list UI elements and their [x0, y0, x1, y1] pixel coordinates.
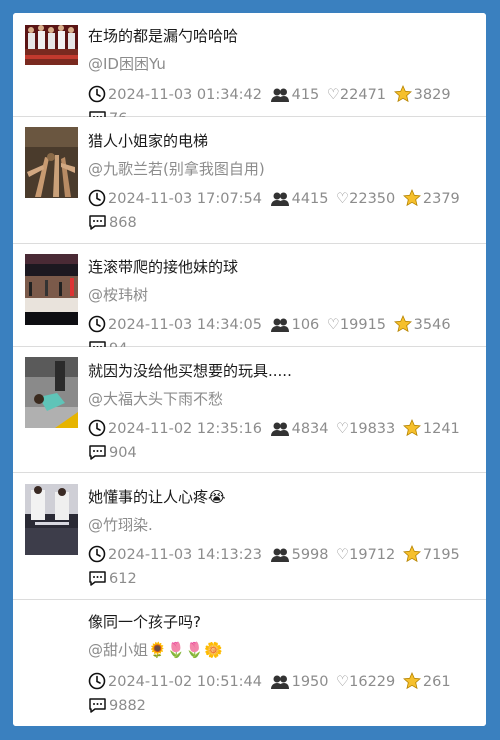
- like-count: 19915: [339, 317, 387, 333]
- star-icon: [402, 672, 421, 690]
- clock-icon: [88, 419, 106, 437]
- viewers-icon: [270, 422, 289, 436]
- viewers-icon: [270, 192, 289, 206]
- post-meta: 2024-11-03 14:13:23 5998 ♡19712 7195 612: [88, 543, 480, 591]
- star-count: 3546: [413, 317, 451, 333]
- clock-icon: [88, 545, 106, 563]
- list-item[interactable]: 就因为没给他买想要的玩具..... @大福大头下雨不愁 2024-11-02 1…: [13, 347, 486, 473]
- post-author[interactable]: @ID困困Yu: [88, 53, 476, 74]
- post-author[interactable]: @竹珝染.: [88, 514, 476, 535]
- heart-icon: ♡: [336, 191, 350, 207]
- viewer-count: 4834: [291, 421, 329, 437]
- viewer-count: 415: [291, 87, 320, 103]
- post-list: 在场的都是漏勺哈哈哈 @ID困困Yu 2024-11-03 01:34:42 4…: [13, 13, 486, 726]
- comment-icon: [89, 445, 106, 460]
- post-author[interactable]: @九歌兰若(别拿我图自用): [88, 158, 476, 179]
- post-title[interactable]: 像同一个孩子吗?: [88, 611, 476, 632]
- heart-icon: ♡: [326, 87, 340, 103]
- post-time: 2024-11-02 10:51:44: [108, 674, 262, 690]
- clock-icon: [88, 672, 106, 690]
- list-item[interactable]: 猎人小姐家的电梯 @九歌兰若(别拿我图自用) 2024-11-03 17:07:…: [13, 117, 486, 244]
- star-count: 261: [422, 674, 451, 690]
- post-title[interactable]: 她懂事的让人心疼😭: [88, 486, 476, 507]
- comment-count: 612: [109, 571, 137, 587]
- star-icon: [393, 85, 412, 103]
- post-title[interactable]: 在场的都是漏勺哈哈哈: [88, 25, 476, 46]
- post-meta: 2024-11-03 17:07:54 4415 ♡22350 2379 868: [88, 187, 480, 235]
- post-time: 2024-11-03 14:34:05: [108, 317, 262, 333]
- list-item[interactable]: 像同一个孩子吗? @甜小姐🌻🌷🌷🌼 2024-11-02 10:51:44 19…: [13, 600, 486, 726]
- post-time: 2024-11-03 14:13:23: [108, 547, 262, 563]
- star-icon: [402, 545, 421, 563]
- thumbnail[interactable]: [25, 25, 78, 65]
- list-item[interactable]: 连滚带爬的接他妹的球 @桉玮树 2024-11-03 14:34:05 106 …: [13, 244, 486, 357]
- comment-icon: [89, 698, 106, 713]
- post-title[interactable]: 猎人小姐家的电梯: [88, 130, 476, 151]
- star-icon: [393, 315, 412, 333]
- thumbnail[interactable]: [25, 254, 78, 325]
- comment-icon: [89, 571, 106, 586]
- star-count: 2379: [422, 191, 460, 207]
- viewer-count: 106: [291, 317, 320, 333]
- comment-icon: [89, 215, 106, 230]
- comment-count: 904: [109, 445, 137, 461]
- post-author[interactable]: @大福大头下雨不愁: [88, 388, 476, 409]
- clock-icon: [88, 189, 106, 207]
- post-meta: 2024-11-02 12:35:16 4834 ♡19833 1241 904: [88, 417, 480, 465]
- heart-icon: ♡: [326, 317, 340, 333]
- post-time: 2024-11-02 12:35:16: [108, 421, 262, 437]
- like-count: 22471: [339, 87, 387, 103]
- comment-count: 868: [109, 215, 137, 231]
- viewer-count: 1950: [291, 674, 329, 690]
- star-count: 3829: [413, 87, 451, 103]
- viewer-count: 4415: [291, 191, 329, 207]
- comment-count: 9882: [109, 698, 146, 714]
- clock-icon: [88, 85, 106, 103]
- heart-icon: ♡: [336, 421, 350, 437]
- list-item[interactable]: 在场的都是漏勺哈哈哈 @ID困困Yu 2024-11-03 01:34:42 4…: [13, 13, 486, 127]
- post-meta: 2024-11-02 10:51:44 1950 ♡16229 261 9882: [88, 670, 480, 718]
- post-time: 2024-11-03 17:07:54: [108, 191, 262, 207]
- post-author[interactable]: @桉玮树: [88, 284, 476, 305]
- like-count: 16229: [349, 674, 396, 690]
- star-count: 1241: [422, 421, 460, 437]
- viewers-icon: [270, 675, 289, 689]
- thumbnail[interactable]: [25, 357, 78, 428]
- heart-icon: ♡: [336, 547, 350, 563]
- post-time: 2024-11-03 01:34:42: [108, 87, 262, 103]
- viewers-icon: [270, 318, 289, 332]
- star-icon: [402, 189, 421, 207]
- viewers-icon: [270, 548, 289, 562]
- like-count: 19833: [349, 421, 396, 437]
- star-count: 7195: [422, 547, 460, 563]
- list-item[interactable]: 她懂事的让人心疼😭 @竹珝染. 2024-11-03 14:13:23 5998…: [13, 473, 486, 600]
- star-icon: [402, 419, 421, 437]
- like-count: 19712: [349, 547, 396, 563]
- post-author[interactable]: @甜小姐🌻🌷🌷🌼: [88, 639, 476, 660]
- post-title[interactable]: 连滚带爬的接他妹的球: [88, 256, 476, 277]
- like-count: 22350: [349, 191, 396, 207]
- heart-icon: ♡: [336, 674, 350, 690]
- viewers-icon: [270, 88, 289, 102]
- clock-icon: [88, 315, 106, 333]
- post-title[interactable]: 就因为没给他买想要的玩具.....: [88, 360, 476, 381]
- thumbnail[interactable]: [25, 484, 78, 555]
- viewer-count: 5998: [291, 547, 329, 563]
- thumbnail[interactable]: [25, 127, 78, 198]
